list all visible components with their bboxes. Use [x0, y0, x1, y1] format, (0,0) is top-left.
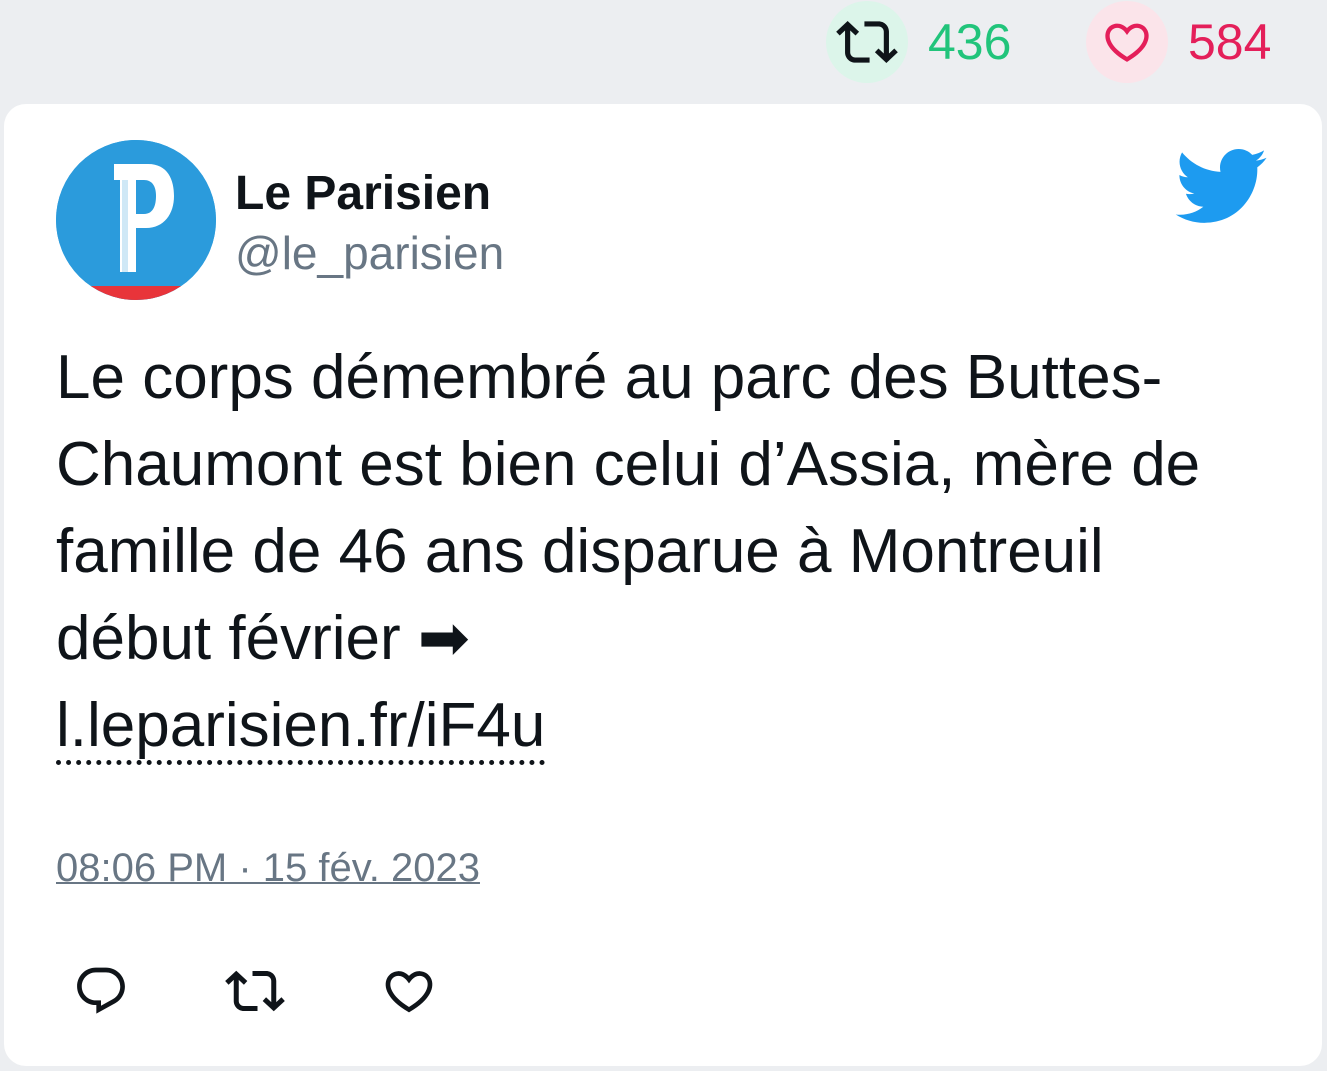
tweet-timestamp[interactable]: 08:06 PM · 15 fév. 2023	[56, 844, 480, 892]
action-bar	[56, 956, 656, 1026]
retweet-icon	[836, 21, 898, 63]
retweet-button[interactable]	[220, 956, 290, 1026]
tweet-link[interactable]: l.leparisien.fr/iF4u	[56, 691, 546, 765]
author-handle[interactable]: @le_parisien	[235, 226, 504, 280]
le-parisien-logo	[56, 140, 216, 300]
retweet-count: 436	[928, 14, 1012, 70]
heart-icon	[385, 971, 433, 1013]
retweet-icon	[225, 970, 285, 1012]
reply-icon	[77, 967, 125, 1014]
tweet-text: Le corps démembré au parc des Buttes-Cha…	[56, 334, 1276, 769]
heart-icon	[1105, 23, 1149, 62]
engagement-stats: 436 584	[0, 0, 1327, 100]
retweet-stat-button[interactable]	[826, 1, 908, 83]
avatar[interactable]	[56, 140, 216, 300]
reply-button[interactable]	[66, 956, 136, 1026]
tweet-card: Le Parisien @le_parisien Le corps démemb…	[4, 104, 1322, 1066]
like-button[interactable]	[374, 956, 444, 1026]
like-stat-button[interactable]	[1086, 1, 1168, 83]
twitter-bird-icon[interactable]	[1172, 146, 1268, 226]
like-count: 584	[1188, 14, 1272, 70]
author-name[interactable]: Le Parisien	[235, 166, 491, 222]
tweet-body: Le corps démembré au parc des Buttes-Cha…	[56, 343, 1201, 673]
